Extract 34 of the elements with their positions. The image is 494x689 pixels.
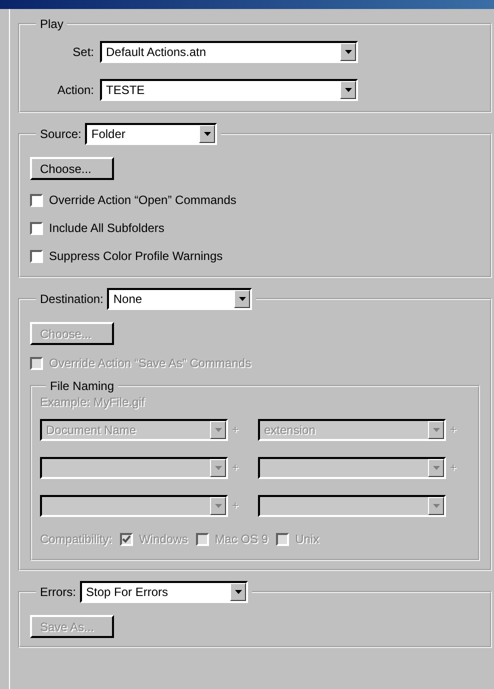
dropdown-field[interactable] (258, 457, 446, 479)
checkbox[interactable] (30, 222, 43, 234)
dropdown-field[interactable]: TESTE (100, 79, 358, 101)
plus-sign: + (232, 462, 240, 474)
field-label: Action: (56, 83, 94, 97)
checkbox-label: Override Action “Save As” Commands (49, 356, 252, 370)
plus-sign: + (232, 424, 240, 436)
dropdown-field[interactable]: Stop For Errors (80, 581, 248, 603)
dropdown-field[interactable] (258, 495, 446, 517)
checkbox-label: Unix (295, 532, 320, 546)
checkbox-label: Override Action “Open” Commands (49, 193, 236, 207)
checkbox-label: Windows (139, 532, 188, 546)
checkbox[interactable] (30, 250, 43, 262)
checkbox-label: Include All Subfolders (49, 221, 164, 235)
dropdown-field[interactable]: Folder (85, 123, 218, 145)
checkbox-label: Suppress Color Profile Warnings (49, 249, 223, 263)
example-text: Example: MyFile.gif (40, 395, 146, 409)
source-label: Source: (40, 127, 82, 141)
plus-sign: + (450, 462, 458, 474)
checkbox-label: Mac OS 9 (214, 532, 268, 546)
group-title: Play (40, 17, 64, 31)
field-label: Set: (72, 45, 94, 59)
dropdown-field[interactable]: None (107, 288, 252, 310)
dropdown-field[interactable]: Default Actions.atn (100, 41, 358, 63)
destination-label: Destination: (40, 292, 104, 306)
group-title: File Naming (50, 379, 114, 393)
errors-label: Errors: (40, 585, 76, 599)
dropdown-field[interactable] (40, 495, 228, 517)
plus-sign: + (232, 500, 240, 512)
checkbox[interactable] (30, 194, 43, 206)
dropdown-field[interactable] (40, 457, 228, 479)
plus-sign: + (450, 424, 458, 436)
compatibility-label: Compatibility: (40, 532, 112, 546)
choose-button[interactable]: Choose... (30, 157, 114, 180)
